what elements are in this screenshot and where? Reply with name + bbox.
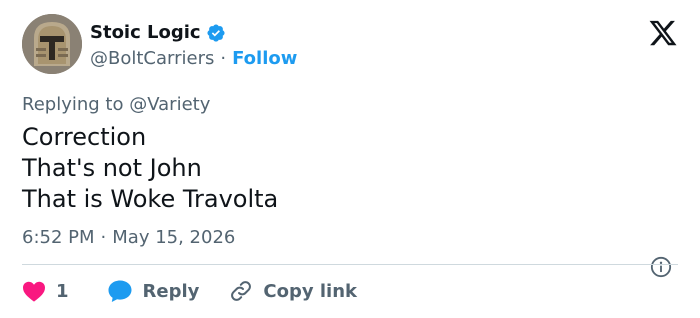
- tweet-time: 6:52 PM: [22, 227, 95, 248]
- handle-row: @BoltCarriers · Follow: [90, 48, 297, 69]
- author-handle[interactable]: @BoltCarriers: [90, 48, 214, 69]
- info-icon[interactable]: [650, 256, 672, 278]
- author-name-row: Stoic Logic: [90, 22, 226, 43]
- link-icon: [231, 281, 252, 301]
- tweet-date: May 15, 2026: [112, 227, 236, 248]
- tweet-text-line: That's not John: [22, 154, 202, 182]
- like-count: 1: [56, 280, 69, 302]
- tweet-card: Stoic Logic @BoltCarriers · Follow Reply…: [0, 0, 700, 318]
- follow-button[interactable]: Follow: [232, 48, 297, 69]
- x-logo-icon[interactable]: [648, 18, 678, 48]
- replying-to: Replying to @Variety: [22, 94, 210, 115]
- timestamp[interactable]: 6:52 PM · May 15, 2026: [22, 227, 235, 248]
- like-button[interactable]: 1: [22, 280, 69, 302]
- avatar[interactable]: [22, 14, 82, 74]
- action-bar: 1 Reply Copy link: [22, 278, 357, 304]
- replying-mention[interactable]: @Variety: [129, 94, 210, 115]
- copy-link-label: Copy link: [263, 280, 357, 302]
- speech-bubble-icon: [108, 280, 132, 302]
- tweet-text-line: That is Woke Travolta: [22, 185, 279, 213]
- copy-link-button[interactable]: Copy link: [229, 279, 357, 303]
- tweet-text-line: Correction: [22, 123, 147, 151]
- tweet-text: Correction That's not John That is Woke …: [22, 122, 278, 215]
- reply-label: Reply: [142, 280, 200, 302]
- divider: [22, 264, 678, 265]
- display-name[interactable]: Stoic Logic: [90, 22, 201, 43]
- heart-icon: [23, 281, 45, 302]
- verified-badge-icon: [207, 23, 225, 42]
- reply-button[interactable]: Reply: [107, 279, 200, 303]
- replying-prefix: Replying to: [22, 94, 124, 115]
- separator-dot: ·: [220, 48, 227, 69]
- separator-dot: ·: [100, 227, 107, 248]
